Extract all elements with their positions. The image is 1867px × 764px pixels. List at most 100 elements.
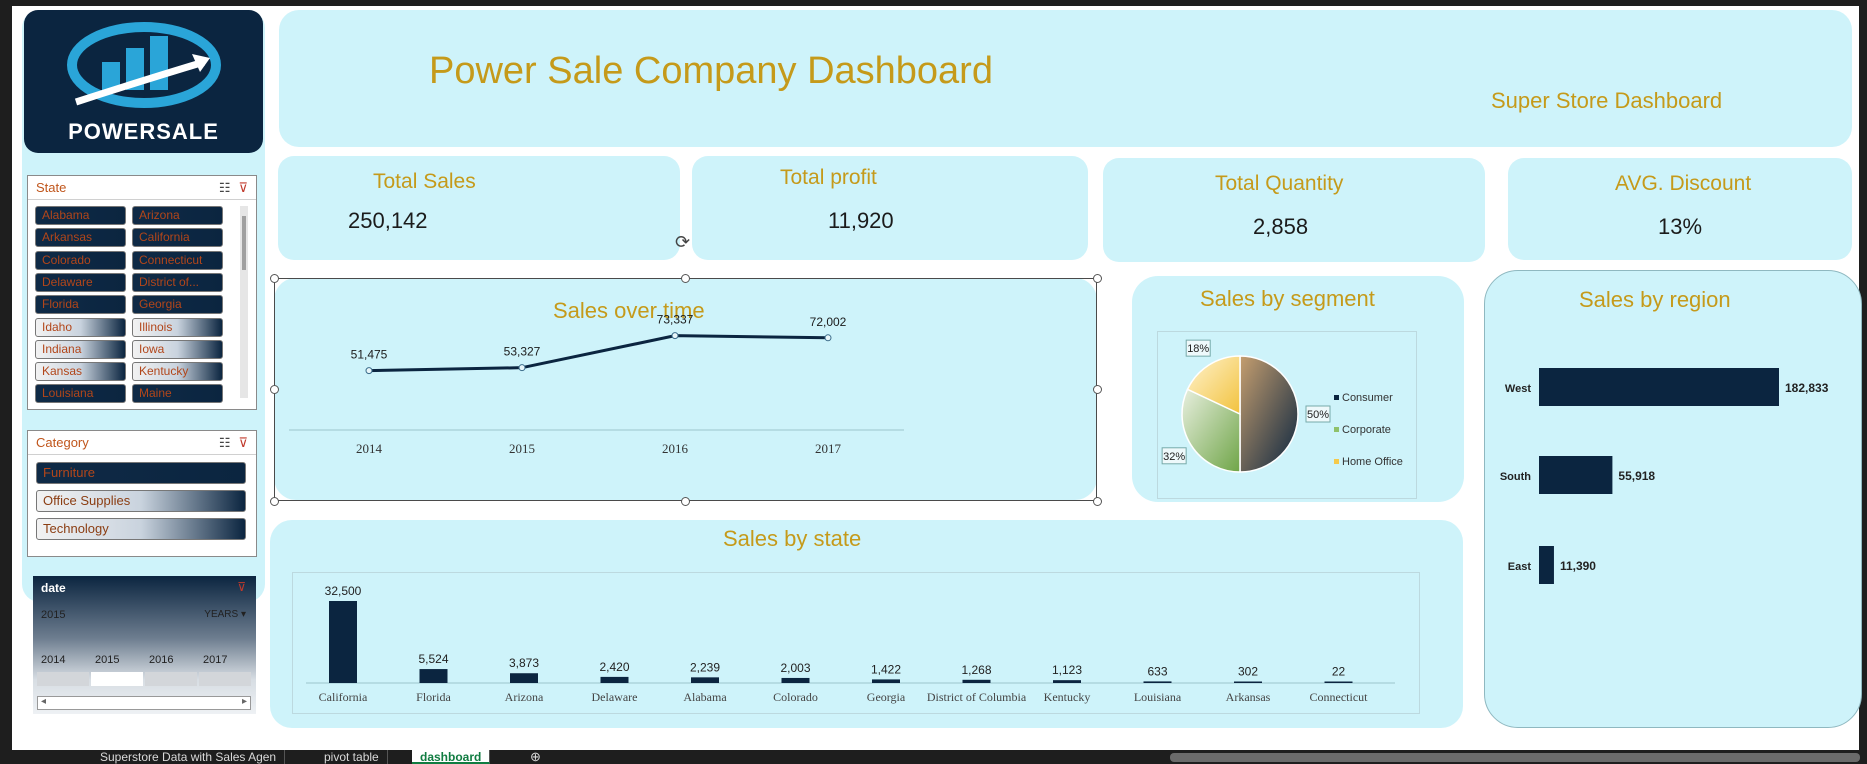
state-bar (1053, 680, 1081, 683)
line-data-label: 53,327 (504, 345, 541, 359)
state-slicer-item[interactable]: District of... (132, 272, 223, 292)
pie-data-label: 18% (1187, 343, 1209, 355)
state-slicer-item[interactable]: Georgia (132, 295, 223, 315)
timeline-range-label: 2015 (41, 609, 66, 621)
region-bar-east (1539, 546, 1554, 584)
timeline-year-cell[interactable] (199, 672, 251, 686)
state-slicer-item[interactable]: Colorado (35, 250, 126, 270)
state-slicer-scrollbar[interactable] (240, 206, 248, 398)
state-slicer-item[interactable]: Alabama (35, 206, 126, 225)
sales-over-time-panel[interactable]: Sales over time 51,475 2014 53,327 2015 73,3… (274, 278, 1097, 500)
logo-text: POWERSALE (68, 119, 219, 144)
state-x-tick: Colorado (773, 690, 818, 704)
state-bar (419, 669, 448, 683)
line-x-tick: 2017 (815, 441, 842, 456)
state-x-tick: Arizona (505, 690, 544, 704)
timeline-scrollbar[interactable]: ◂ ▸ (37, 696, 251, 710)
state-slicer-item[interactable]: Florida (35, 295, 126, 315)
sheet-tab-data[interactable]: Superstore Data with Sales Agen (92, 750, 286, 764)
state-slicer-item[interactable]: Arkansas (35, 228, 126, 248)
multi-select-icon[interactable]: ☷ (219, 435, 231, 451)
state-data-label: 1,268 (961, 663, 991, 677)
state-bar (691, 677, 719, 683)
resize-handle-w[interactable] (270, 385, 279, 394)
timeline-level-select[interactable]: YEARS ▾ (204, 609, 246, 620)
timeline-year-label: 2014 (41, 654, 66, 666)
horizontal-scrollbar[interactable] (1170, 753, 1860, 762)
state-slicer-scroll-thumb[interactable] (242, 216, 246, 270)
clear-filter-icon[interactable]: ⊽ (238, 435, 248, 451)
category-slicer[interactable]: Category ☷ ⊽ Furniture Office Supplies Tec… (27, 430, 257, 557)
resize-handle-e[interactable] (1093, 385, 1102, 394)
line-point-2015 (518, 364, 526, 372)
region-bar-south (1539, 456, 1613, 494)
sales-by-segment-panel[interactable]: Sales by segment 50% 32% 18% Consumer Corpor… (1132, 276, 1464, 502)
clear-filter-icon[interactable]: ⊽ (238, 180, 248, 196)
timeline-year-cell[interactable] (91, 672, 143, 686)
resize-handle-s[interactable] (681, 497, 690, 506)
line-x-tick: 2015 (509, 441, 535, 456)
state-slicer-item[interactable]: Illinois (132, 317, 223, 337)
category-slicer-item[interactable]: Technology (36, 518, 246, 540)
state-slicer-item[interactable]: Iowa (132, 339, 223, 359)
timeline-year-cell[interactable] (145, 672, 197, 686)
sales-by-region-panel[interactable]: Sales by region West 182,833 South 55,918 Ea… (1484, 270, 1862, 728)
state-slicer-item[interactable]: Kentucky (132, 362, 223, 382)
scroll-right-icon[interactable]: ▸ (242, 696, 247, 707)
kpi-quantity-value: 2,858 (1253, 214, 1309, 239)
state-slicer-item[interactable]: Idaho (35, 317, 126, 337)
state-slicer-item[interactable]: Arizona (132, 206, 223, 225)
category-slicer-item[interactable]: Office Supplies (36, 490, 246, 512)
add-sheet-icon[interactable]: ⊕ (530, 750, 541, 764)
state-slicer-item[interactable]: Delaware (35, 272, 126, 292)
resize-handle-ne[interactable] (1093, 274, 1102, 283)
timeline-year-cell[interactable] (37, 672, 89, 686)
resize-handle-n[interactable] (681, 274, 690, 283)
date-timeline[interactable]: date ⊽ 2015 YEARS ▾ 2014 2015 2016 2017 ◂ ▸ (33, 576, 256, 714)
sheet-tab-pivot[interactable]: pivot table (316, 750, 388, 764)
sales-by-segment-chart: 50% 32% 18% Consumer Corporate Home Office (1161, 339, 1403, 473)
sheet-tab-dashboard[interactable]: dashboard (412, 750, 491, 764)
timeline-clear-filter-icon[interactable]: ⊽ (237, 580, 246, 594)
state-x-tick: District of Columbia (927, 690, 1027, 704)
kpi-profit-label: Total profit (780, 166, 877, 189)
timeline-year-label: 2017 (203, 654, 228, 666)
kpi-total-sales: Total Sales 250,142 (278, 156, 680, 260)
region-bar-west (1539, 368, 1779, 406)
resize-handle-se[interactable] (1093, 497, 1102, 506)
state-slicer-item[interactable]: California (132, 228, 223, 248)
state-x-tick: Louisiana (1134, 690, 1182, 704)
state-slicer-item[interactable]: Indiana (35, 339, 126, 359)
state-bar (329, 601, 357, 683)
timeline-year-label: 2016 (149, 654, 174, 666)
dashboard-title: Power Sale Company Dashboard (429, 50, 993, 92)
legend-swatch (1334, 427, 1339, 432)
resize-handle-sw[interactable] (270, 497, 279, 506)
line-series-sales (368, 334, 829, 373)
line-x-tick: 2014 (356, 441, 383, 456)
state-x-tick: Arkansas (1226, 690, 1271, 704)
rotate-handle-icon[interactable]: ⟳ (675, 232, 690, 253)
state-slicer-item[interactable]: Connecticut (132, 250, 223, 270)
line-point-2014 (365, 367, 373, 375)
state-bar (600, 676, 629, 683)
kpi-discount-value: 13% (1658, 214, 1703, 239)
kpi-quantity-label: Total Quantity (1215, 172, 1344, 195)
resize-handle-nw[interactable] (270, 274, 279, 283)
kpi-total-quantity: Total Quantity 2,858 (1103, 158, 1485, 262)
state-slicer-item[interactable]: Louisiana (35, 384, 126, 404)
scroll-left-icon[interactable]: ◂ (41, 696, 46, 707)
state-slicer-item[interactable]: Maine (132, 384, 223, 404)
state-slicer[interactable]: State ☷ ⊽ Alabama Arizona Arkansas Californ… (27, 175, 257, 410)
state-slicer-title: State (36, 180, 67, 195)
state-x-tick: Delaware (592, 690, 638, 704)
sales-by-state-panel[interactable]: Sales by state 32,500 California 5,524 Flor… (270, 520, 1463, 728)
kpi-discount-label: AVG. Discount (1615, 172, 1752, 195)
state-bar (1234, 681, 1262, 683)
state-data-label: 22 (1332, 665, 1346, 679)
category-slicer-item[interactable]: Furniture (36, 462, 246, 484)
state-x-tick: California (319, 690, 368, 704)
multi-select-icon[interactable]: ☷ (219, 180, 231, 196)
state-bar (510, 673, 538, 683)
state-slicer-item[interactable]: Kansas (35, 362, 126, 382)
